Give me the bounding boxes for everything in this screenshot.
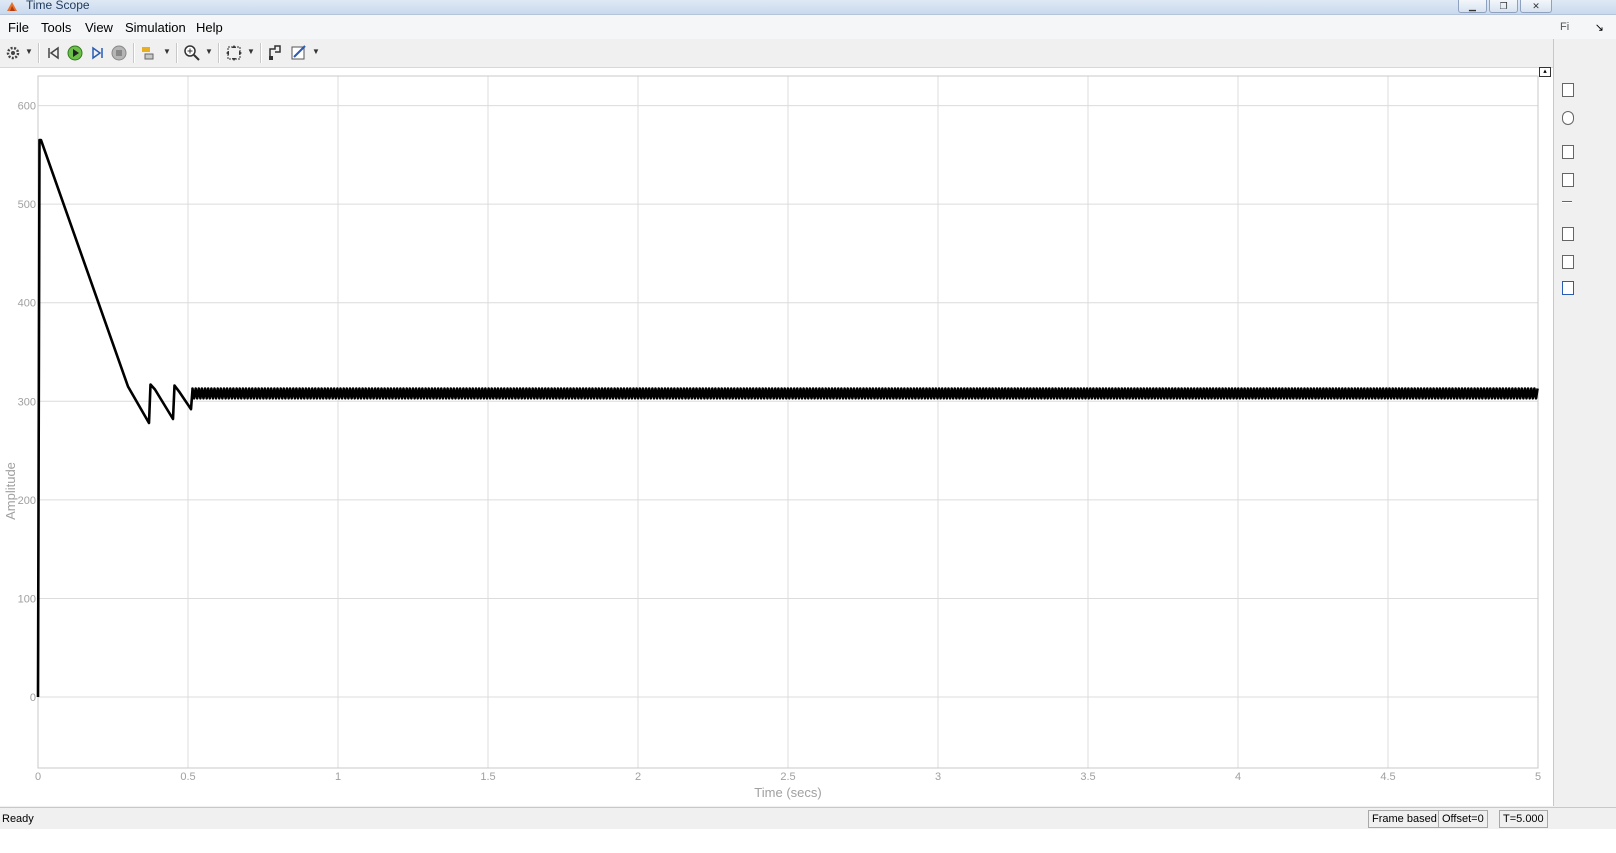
status-text: Ready [2,813,34,825]
menu-tools[interactable]: Tools [41,20,71,35]
close-button[interactable]: ✕ [1520,0,1552,13]
gear-icon[interactable] [4,44,22,62]
y-axis-label: Amplitude [3,462,18,520]
maximize-button[interactable]: ❐ [1489,0,1518,13]
window-title: Time Scope [26,0,90,12]
plot-grid [37,76,1539,768]
time-status: T=5.000 [1499,810,1548,828]
matlab-app-icon [7,2,17,11]
panel-divider-icon[interactable] [1562,201,1572,203]
autoscale-icon[interactable] [225,44,243,62]
menu-help[interactable]: Help [196,20,223,35]
x-tick-label: 4.5 [1380,771,1395,783]
panel-peak-icon[interactable] [1562,227,1574,241]
x-tick-label: 5 [1535,771,1541,783]
dock-arrow-icon[interactable]: ↘ [1595,21,1604,34]
frame-mode-status: Frame based [1368,810,1441,828]
x-tick-label: 4 [1235,771,1241,783]
y-tick-label: 400 [18,298,36,310]
y-tick-label: 300 [18,396,36,408]
run-icon[interactable] [66,44,84,62]
x-tick-label: 3.5 [1080,771,1095,783]
measurements-icon[interactable] [290,44,308,62]
zoom-dropdown-icon[interactable]: ▼ [205,47,213,56]
y-tick-label: 200 [18,495,36,507]
right-panel-label: Fi [1560,21,1570,33]
y-tick-labels: 0 100 200 300 400 500 600 [18,101,36,704]
x-tick-label: 0 [35,771,41,783]
panel-trigger-icon[interactable] [1562,281,1574,295]
y-tick-label: 500 [18,199,36,211]
minimize-button[interactable]: ▁ [1458,0,1487,13]
panel-bilevel-icon[interactable] [1562,255,1574,269]
gear-dropdown-icon[interactable]: ▼ [25,47,33,56]
menu-view[interactable]: View [85,20,113,35]
toolbar: ▼ ▼ ▼ ▼ ▼ [0,39,1555,68]
bottom-strip [0,829,1616,853]
panel-stats-icon[interactable] [1562,173,1574,187]
y-tick-label: 0 [30,692,36,704]
menu-simulation[interactable]: Simulation [125,20,186,35]
signal-dropdown-icon[interactable]: ▼ [163,47,171,56]
x-axis-label: Time (secs) [754,785,821,800]
toolbar-separator [133,43,135,63]
measurements-dropdown-icon[interactable]: ▼ [312,47,320,56]
menu-bar: File Tools View Simulation Help ↘ [0,15,1616,39]
panel-settings-icon[interactable] [1562,111,1574,125]
zoom-in-icon[interactable] [183,44,201,62]
x-tick-label: 2 [635,771,641,783]
time-scope-plot[interactable]: 0 0.5 1 1.5 2 2.5 3 3.5 4 4.5 5 0 100 200 300 400 500 60… [0,68,1553,806]
x-tick-label: 0.5 [180,771,195,783]
panel-tab-icon[interactable] [1562,83,1574,97]
stop-icon[interactable] [110,44,128,62]
scope-display[interactable]: 0 0.5 1 1.5 2 2.5 3 3.5 4 4.5 5 0 100 200 300 400 500 60… [0,68,1553,806]
offset-status: Offset=0 [1438,810,1488,828]
window-title-bar: Time Scope ▁ ❐ ✕ [0,0,1616,15]
toolbar-separator [176,43,178,63]
x-tick-label: 3 [935,771,941,783]
panel-cursor-icon[interactable] [1562,145,1574,159]
collapse-icon[interactable]: ▴ [1539,67,1551,77]
autoscale-dropdown-icon[interactable]: ▼ [247,47,255,56]
x-tick-labels: 0 0.5 1 1.5 2 2.5 3 3.5 4 4.5 5 [35,771,1541,783]
toolbar-separator [260,43,262,63]
x-tick-label: 1 [335,771,341,783]
toolbar-separator [218,43,220,63]
y-tick-label: 600 [18,101,36,113]
step-back-icon[interactable] [45,44,63,62]
x-tick-label: 2.5 [780,771,795,783]
data-cursor-icon[interactable] [266,44,284,62]
step-forward-icon[interactable] [88,44,106,62]
toolbar-separator [38,43,40,63]
menu-file[interactable]: File [8,20,29,35]
signal-highlight-icon[interactable] [140,44,158,62]
right-panel: Fi [1553,21,1616,806]
status-bar: Ready Frame based Offset=0 T=5.000 [0,807,1616,830]
y-tick-label: 100 [18,593,36,605]
x-tick-label: 1.5 [480,771,495,783]
